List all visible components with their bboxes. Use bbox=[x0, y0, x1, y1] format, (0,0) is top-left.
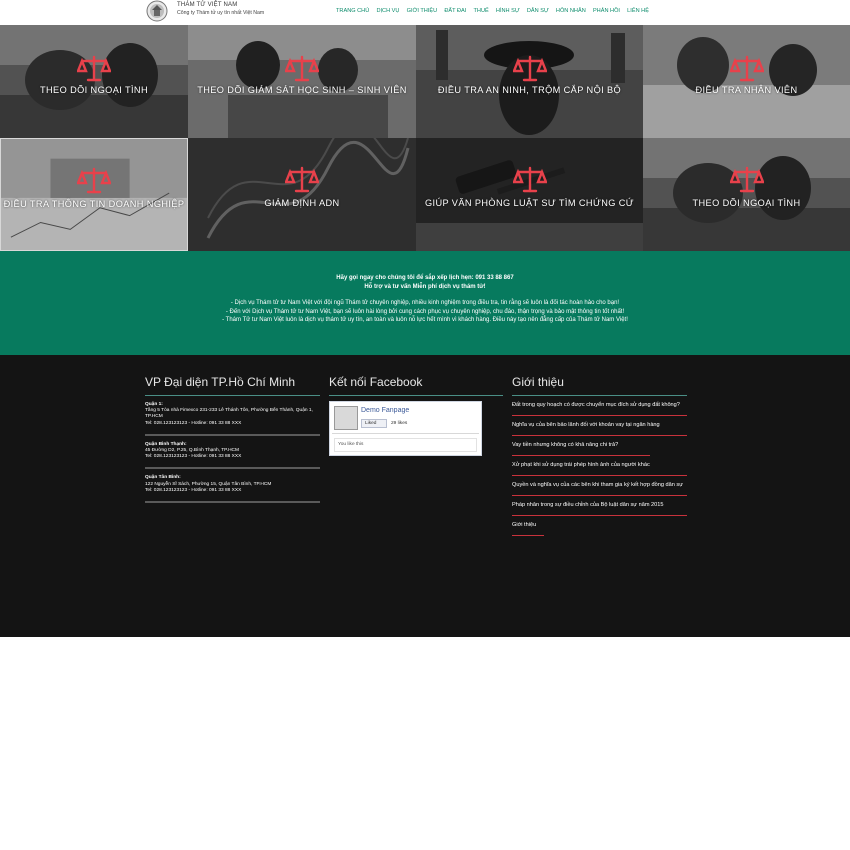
office-phone: Tel: 028.123123123 - Hotline: 091 33 88 … bbox=[145, 420, 242, 426]
intro-column: Giới thiệu Đất trong quy hoạch có được c… bbox=[512, 375, 687, 536]
tile-label: THEO DÕI NGOẠI TÌNH bbox=[692, 198, 801, 208]
intro-title: Giới thiệu bbox=[512, 375, 687, 396]
tile-label: ĐIỀU TRA NHÂN VIÊN bbox=[695, 85, 798, 95]
contact-banner: Hãy gọi ngay cho chúng tôi để sắp xếp lị… bbox=[0, 251, 850, 355]
nav-item-tax[interactable]: THUẾ bbox=[470, 7, 492, 19]
post-link[interactable]: Xử phạt khi sử dụng trái phép hình ảnh c… bbox=[512, 456, 687, 476]
offices-title: VP Đại diện TP.Hồ Chí Minh bbox=[145, 375, 320, 396]
facebook-like-button[interactable]: Liked bbox=[361, 419, 387, 428]
site-header: THÁM TỬ VIỆT NAM Công ty Thám tử uy tín … bbox=[0, 0, 850, 25]
nav-item-feedback[interactable]: PHẢN HỒI bbox=[589, 7, 623, 19]
tile-photo bbox=[188, 138, 416, 251]
banner-text: - Đến với Dịch vụ Thám tử tư Nam Việt, b… bbox=[225, 308, 625, 315]
friends-like-text: You like this bbox=[334, 438, 477, 452]
logo-name: THÁM TỬ VIỆT NAM bbox=[177, 2, 238, 8]
detective-seal-icon bbox=[146, 0, 168, 22]
facebook-title: Kết nối Facebook bbox=[329, 375, 503, 396]
nav-item-criminal[interactable]: HÌNH SỰ bbox=[492, 7, 523, 19]
nav-item-contact[interactable]: LIÊN HỆ bbox=[624, 7, 653, 19]
justice-scale-icon bbox=[729, 55, 764, 82]
justice-scale-icon bbox=[729, 166, 764, 193]
banner-text: - Dịch vụ Thám tử tư Nam Việt với đội ng… bbox=[230, 300, 620, 306]
offices-column: VP Đại diện TP.Hồ Chí Minh Quận 1: Tầng … bbox=[145, 375, 320, 504]
service-tile[interactable]: ĐIỀU TRA AN NINH, TRỘM CẮP NỘI BỘ bbox=[416, 25, 643, 138]
tile-label: ĐIỀU TRA AN NINH, TRỘM CẮP NỘI BỘ bbox=[437, 85, 622, 95]
office-block: Quận Tân Bình: 122 Nguyễn Sĩ Sách, Phườn… bbox=[145, 469, 320, 504]
post-link[interactable]: Nghĩa vụ của bên bảo lãnh đối với khoản … bbox=[512, 416, 687, 436]
justice-scale-icon bbox=[77, 55, 111, 82]
post-link[interactable]: Đất trong quy hoạch có được chuyển mục đ… bbox=[512, 396, 687, 416]
divider bbox=[332, 433, 479, 434]
tile-label: THEO DÕI GIÁM SÁT HỌC SINH – SINH VIÊN bbox=[197, 85, 407, 95]
service-tile[interactable]: ĐIỀU TRA THÔNG TIN DOANH NGHIỆP bbox=[0, 138, 188, 251]
facebook-widget: Demo Fanpage Liked 29 likes You like thi… bbox=[329, 401, 482, 456]
site-logo[interactable]: THÁM TỬ VIỆT NAM Công ty Thám tử uy tín … bbox=[145, 0, 295, 24]
service-tile[interactable]: THEO DÕI NGOẠI TÌNH bbox=[643, 138, 850, 251]
office-address: Tầng 5 Tòa nhà Fimexco 231-233 Lê Thánh … bbox=[145, 408, 313, 420]
service-tile[interactable]: THEO DÕI GIÁM SÁT HỌC SINH – SINH VIÊN bbox=[188, 25, 416, 138]
logo-tagline: Công ty Thám tử uy tín nhất Việt Nam bbox=[177, 10, 265, 16]
tile-label: THEO DÕI NGOẠI TÌNH bbox=[40, 85, 148, 95]
main-nav: TRANG CHỦ DỊCH VỤ GIỚI THIỆU ĐẤT ĐAI THU… bbox=[336, 7, 653, 19]
fanpage-name-link[interactable]: Demo Fanpage bbox=[361, 407, 409, 414]
office-phone: Tel: 028.123123123 - Hotline: 091 33 88 … bbox=[145, 487, 242, 493]
justice-scale-icon bbox=[512, 166, 547, 193]
justice-scale-icon bbox=[285, 55, 319, 82]
tile-label: ĐIỀU TRA THÔNG TIN DOANH NGHIỆP bbox=[3, 199, 185, 209]
nav-item-home[interactable]: TRANG CHỦ bbox=[336, 7, 373, 19]
justice-scale-icon bbox=[77, 167, 111, 194]
tile-photo bbox=[643, 138, 850, 251]
tile-label: GIÁM ĐỊNH ADN bbox=[264, 198, 340, 208]
nav-item-land[interactable]: ĐẤT ĐAI bbox=[441, 7, 470, 19]
banner-support: Hỗ trợ và tư vấn Miễn phí dịch vụ thám t… bbox=[364, 283, 486, 290]
service-tile[interactable]: ĐIỀU TRA NHÂN VIÊN bbox=[643, 25, 850, 138]
service-tile[interactable]: GIÁM ĐỊNH ADN bbox=[188, 138, 416, 251]
nav-item-services[interactable]: DỊCH VỤ bbox=[373, 7, 403, 19]
nav-item-civil[interactable]: DÂN SỰ bbox=[523, 7, 552, 19]
office-phone: Tel: 028.123123123 - Hotline: 091 33 88 … bbox=[145, 454, 242, 460]
site-footer: VP Đại diện TP.Hồ Chí Minh Quận 1: Tầng … bbox=[0, 355, 850, 637]
like-count: 29 likes bbox=[391, 421, 408, 426]
nav-item-marriage[interactable]: HÔN NHÂN bbox=[552, 7, 589, 19]
service-tiles: THEO DÕI NGOẠI TÌNH THEO DÕI GIÁM SÁT HỌ… bbox=[0, 25, 850, 251]
facebook-column: Kết nối Facebook Demo Fanpage Liked 29 l… bbox=[329, 375, 503, 475]
tile-photo bbox=[416, 138, 643, 251]
office-block: Quận 1: Tầng 5 Tòa nhà Fimexco 231-233 L… bbox=[145, 396, 320, 436]
post-link[interactable]: Quyền và nghĩa vụ của các bên khi tham g… bbox=[512, 476, 687, 496]
banner-text: - Thám Tử tư Nam Việt luôn là dịch vụ th… bbox=[222, 317, 628, 323]
justice-scale-icon bbox=[512, 55, 547, 82]
fanpage-avatar[interactable] bbox=[334, 406, 358, 430]
service-tile[interactable]: GIÚP VĂN PHÒNG LUẬT SƯ TÌM CHỨNG CỨ bbox=[416, 138, 643, 251]
service-tile[interactable]: THEO DÕI NGOẠI TÌNH bbox=[0, 25, 188, 138]
nav-item-about[interactable]: GIỚI THIỆU bbox=[403, 7, 441, 19]
page: THÁM TỬ VIỆT NAM Công ty Thám tử uy tín … bbox=[0, 0, 850, 850]
tile-label: GIÚP VĂN PHÒNG LUẬT SƯ TÌM CHỨNG CỨ bbox=[424, 198, 635, 208]
post-link[interactable]: Giới thiệu bbox=[512, 516, 544, 536]
office-block: Quận Bình Thạnh: 45 Đường D2, P.25, Q.Bì… bbox=[145, 436, 320, 470]
like-label: Liked bbox=[365, 421, 377, 426]
justice-scale-icon bbox=[285, 166, 319, 193]
post-link[interactable]: Vay tiền nhưng không có khả năng chi trả… bbox=[512, 436, 650, 456]
post-link[interactable]: Pháp nhân trong sự điều chỉnh của Bộ luậ… bbox=[512, 496, 687, 516]
banner-hotline: Hãy gọi ngay cho chúng tôi để sắp xếp lị… bbox=[336, 275, 514, 281]
